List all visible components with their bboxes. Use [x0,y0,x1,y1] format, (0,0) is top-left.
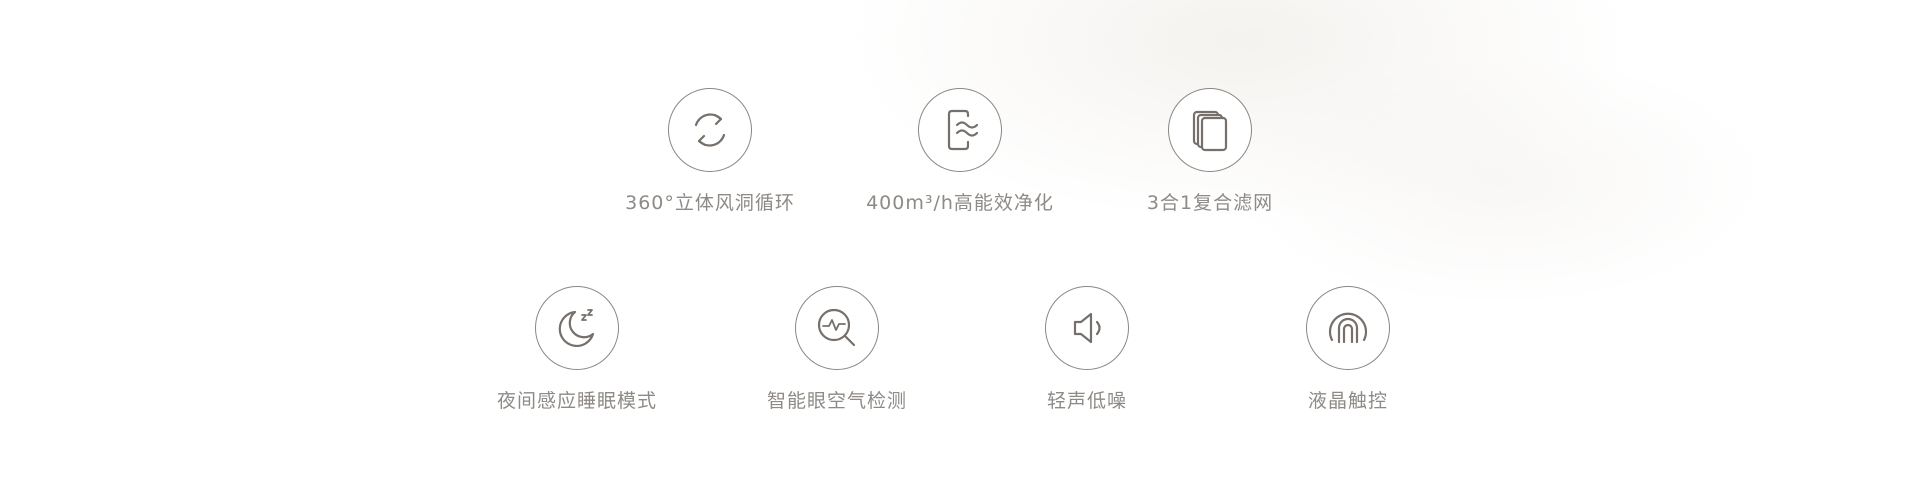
feature-night-sleep-mode: 夜间感应睡眠模式 [467,286,687,413]
feature-smart-air-detection: 智能眼空气检测 [727,286,947,413]
airflow-filter-icon [918,88,1002,172]
feature-label: 夜间感应睡眠模式 [496,390,657,412]
feature-label: 400m³/h高能效净化 [866,192,1054,214]
background-gradient [0,0,1920,500]
low-noise-speaker-icon [1045,286,1129,370]
feature-label: 轻声低噪 [1046,390,1127,412]
touch-control-icon [1306,286,1390,370]
feature-label: 360°立体风洞循环 [625,192,795,214]
feature-label: 智能眼空气检测 [766,390,907,412]
feature-label: 液晶触控 [1307,390,1388,412]
feature-circulation: 360°立体风洞循环 [600,88,820,215]
feature-composite-filter: 3合1复合滤网 [1100,88,1320,215]
air-detection-icon [795,286,879,370]
feature-lcd-touch: 液晶触控 [1238,286,1458,413]
feature-low-noise: 轻声低噪 [977,286,1197,413]
feature-efficient-purification: 400m³/h高能效净化 [850,88,1070,215]
circulation-icon [668,88,752,172]
feature-label: 3合1复合滤网 [1146,192,1274,214]
composite-filter-icon [1168,88,1252,172]
sleep-moon-icon [535,286,619,370]
